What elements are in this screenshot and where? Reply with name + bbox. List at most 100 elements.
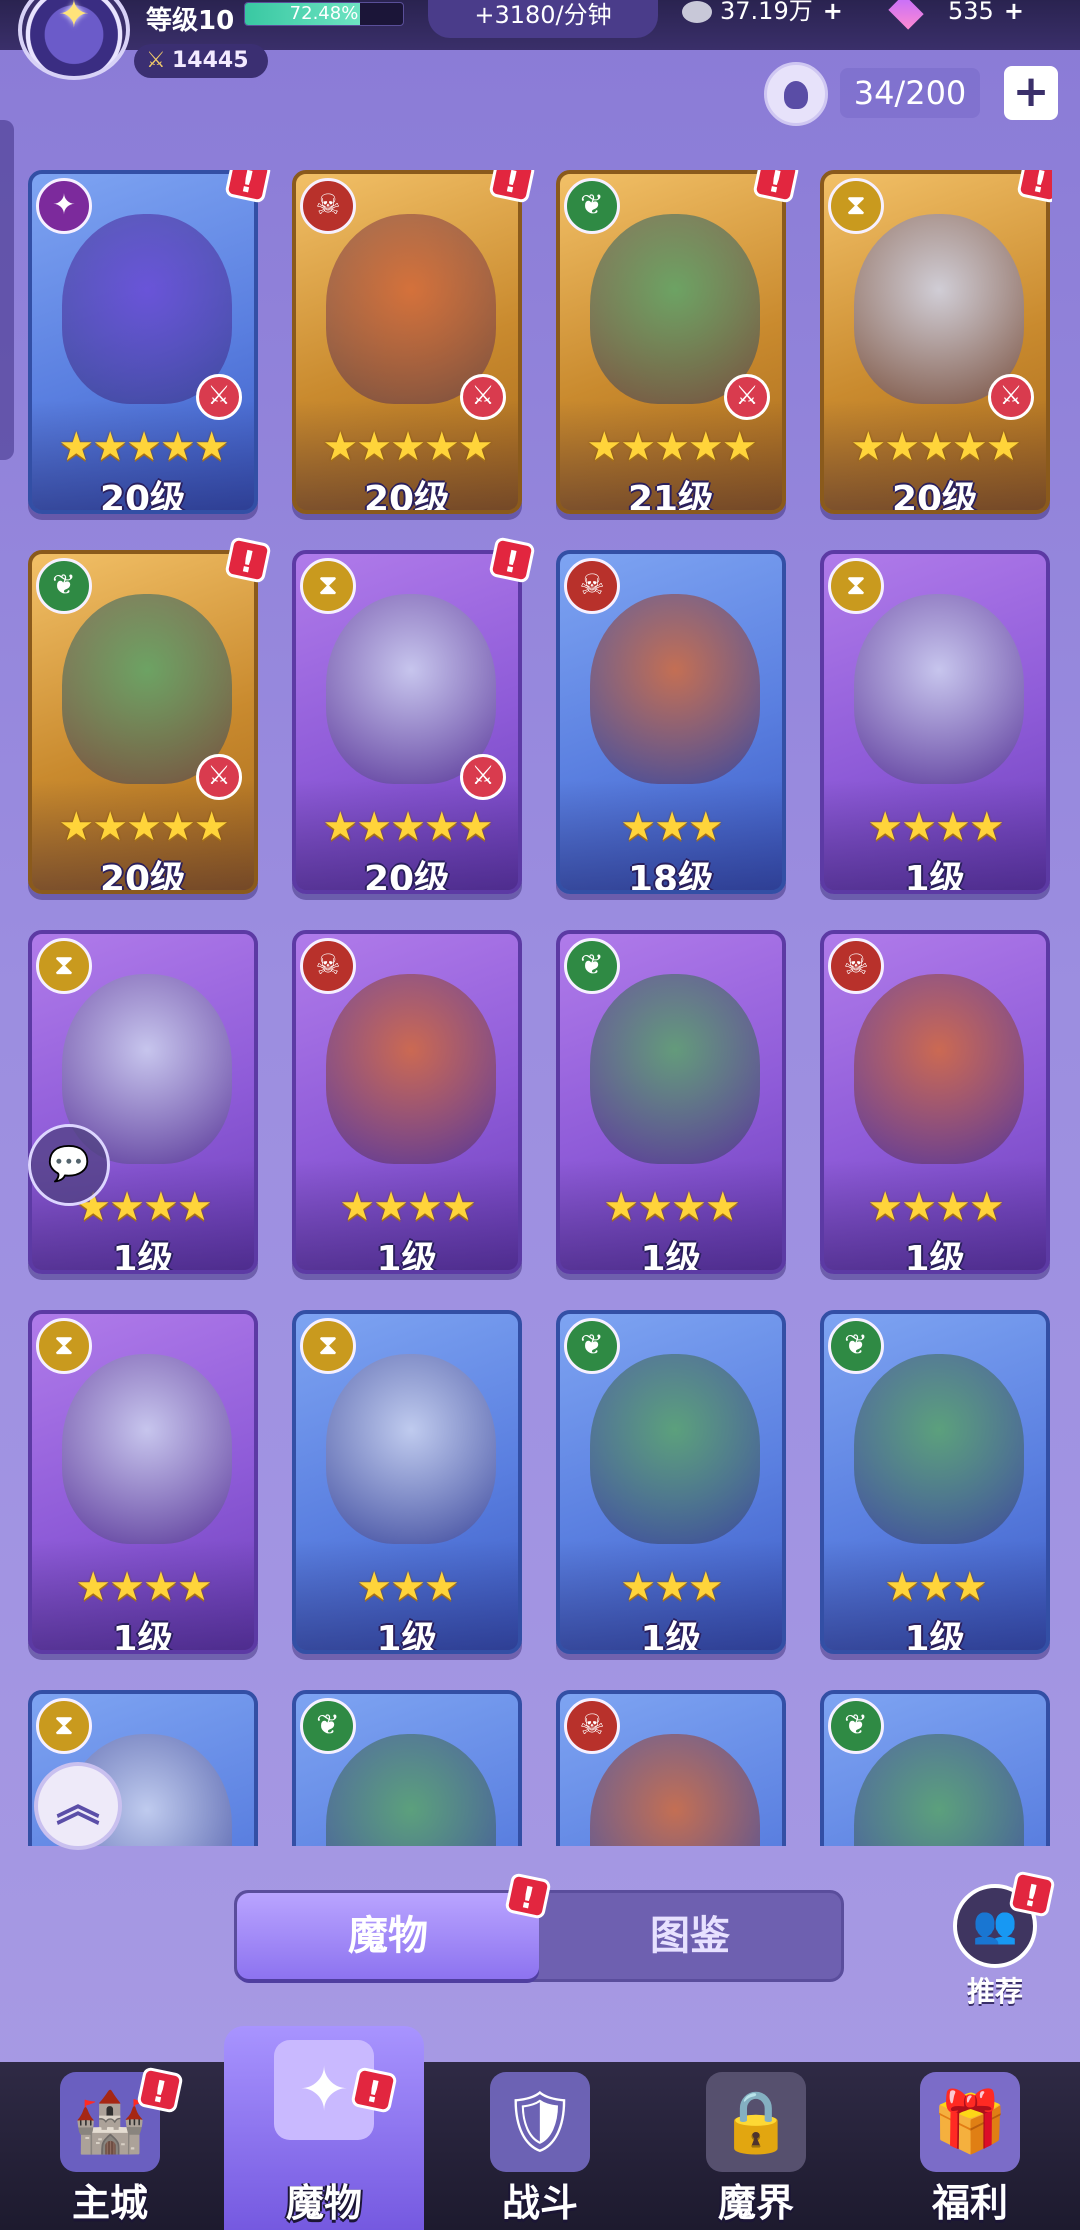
monster-capacity: 34/200 + bbox=[764, 62, 1060, 126]
star-rating: ★★★★★ bbox=[58, 424, 229, 470]
nav-item-demon-realm[interactable]: 🔒 魔界 bbox=[656, 2062, 856, 2230]
player-avatar[interactable]: ✦ bbox=[18, 0, 130, 80]
monster-portrait bbox=[326, 974, 496, 1164]
monster-grid: ✦ ⚔ ★★★★★ 20级! ☠ ⚔ ★★★★★ 20级! ❦ ⚔ ★★★★★ 21级! ⧗ ⚔ ★★★★★… bbox=[28, 170, 1052, 1846]
player-level: 等级10 bbox=[146, 6, 235, 36]
time-icon: ⧗ bbox=[36, 1318, 92, 1374]
monster-card[interactable]: ⧗ ⚔ ★★★★★ 20级 bbox=[292, 550, 522, 894]
nav-label: 主城 bbox=[71, 2181, 148, 2225]
star-rating: ★★★★ bbox=[75, 1564, 212, 1610]
demon-realm-icon: 🔒 bbox=[706, 2072, 806, 2172]
monster-level: 1级 bbox=[112, 1239, 174, 1274]
star-rating: ★★★★★ bbox=[58, 804, 229, 850]
star-rating: ★★★★ bbox=[603, 1184, 740, 1230]
crossed-swords-icon: ⚔ bbox=[460, 374, 506, 420]
combat-power-chip: ⚔ 14445 bbox=[134, 44, 268, 78]
time-icon: ⧗ bbox=[36, 1698, 92, 1754]
nav-item-battle[interactable]: 🛡 战斗 bbox=[440, 2062, 640, 2230]
monster-card[interactable]: ❦ ⚔ ★★★★★ 20级 bbox=[28, 550, 258, 894]
monster-level: 20级 bbox=[363, 859, 451, 894]
monster-card[interactable]: ❦ bbox=[820, 1690, 1050, 1846]
monster-level: 1级 bbox=[640, 1239, 702, 1274]
monster-alert-icon: ! bbox=[488, 536, 536, 584]
crossed-swords-icon: ⚔ bbox=[724, 374, 770, 420]
monster-portrait bbox=[326, 1354, 496, 1544]
tab-monsters[interactable]: 魔物 bbox=[237, 1893, 539, 1979]
monster-level: 1级 bbox=[904, 1239, 966, 1274]
recommend-alert-icon: ! bbox=[1008, 1870, 1056, 1918]
monster-card[interactable]: ❦ ★★★★ 1级 bbox=[556, 930, 786, 1274]
star-rating: ★★★★ bbox=[867, 1184, 1004, 1230]
monster-card[interactable]: ❦ bbox=[292, 1690, 522, 1846]
star-rating: ★★★★★ bbox=[586, 424, 757, 470]
star-rating: ★★★ bbox=[884, 1564, 988, 1610]
monster-card[interactable]: ⧗ ★★★★ 1级 bbox=[28, 1310, 258, 1654]
nav-label: 福利 bbox=[931, 2181, 1008, 2225]
monster-level: 1级 bbox=[376, 1239, 438, 1274]
time-icon: ⧗ bbox=[300, 558, 356, 614]
monster-card[interactable]: ⧗ ★★★ 1级 bbox=[292, 1310, 522, 1654]
income-rate-pill: +3180/分钟 bbox=[428, 0, 658, 38]
nature-icon: ❦ bbox=[300, 1698, 356, 1754]
monster-level: 1级 bbox=[112, 1619, 174, 1654]
monster-card[interactable]: ☠ bbox=[556, 1690, 786, 1846]
crossed-swords-icon: ⚔ bbox=[196, 754, 242, 800]
monster-portrait bbox=[62, 1354, 232, 1544]
fire-icon: ☠ bbox=[300, 178, 356, 234]
add-coin-button[interactable]: + bbox=[823, 0, 843, 23]
monster-card[interactable]: ❦ ⚔ ★★★★★ 21级 bbox=[556, 170, 786, 514]
expand-capacity-button[interactable]: + bbox=[1004, 66, 1058, 120]
tab-codex[interactable]: 图鉴 bbox=[539, 1893, 841, 1979]
fire-icon: ☠ bbox=[300, 938, 356, 994]
monster-card[interactable]: ☠ ★★★★ 1级 bbox=[820, 930, 1050, 1274]
monster-portrait bbox=[854, 974, 1024, 1164]
monster-card[interactable]: ❦ ★★★ 1级 bbox=[820, 1310, 1050, 1654]
xp-percent-text: 72.48% bbox=[289, 3, 359, 24]
monster-portrait bbox=[590, 1354, 760, 1544]
monster-card[interactable]: ❦ ★★★ 1级 bbox=[556, 1310, 786, 1654]
monster-level: 20级 bbox=[99, 479, 187, 514]
chat-icon[interactable]: 💬 bbox=[28, 1124, 110, 1206]
fire-icon: ☠ bbox=[564, 1698, 620, 1754]
monster-card[interactable]: ☠ ⚔ ★★★★★ 20级 bbox=[292, 170, 522, 514]
star-rating: ★★★★ bbox=[339, 1184, 476, 1230]
monster-card[interactable]: ✦ ⚔ ★★★★★ 20级 bbox=[28, 170, 258, 514]
monster-card[interactable]: ⧗ ★★★★ 1级 bbox=[28, 930, 258, 1274]
add-gem-button[interactable]: + bbox=[1004, 0, 1024, 23]
monster-level: 21级 bbox=[627, 479, 715, 514]
monster-portrait bbox=[590, 974, 760, 1164]
side-drawer-handle[interactable] bbox=[0, 120, 14, 460]
monster-portrait bbox=[62, 594, 232, 784]
monster-card[interactable]: ⧗ ★★★★ 1级 bbox=[820, 550, 1050, 894]
combat-power-value: 14445 bbox=[172, 48, 249, 73]
monster-portrait bbox=[62, 214, 232, 404]
nav-item-monsters[interactable]: ✦ 魔物 bbox=[224, 2026, 424, 2230]
monster-card[interactable]: ☠ ★★★★ 1级 bbox=[292, 930, 522, 1274]
nav-main-city-alert-icon: ! bbox=[136, 2066, 184, 2114]
nav-label: 魔界 bbox=[717, 2181, 794, 2225]
nature-icon: ❦ bbox=[36, 558, 92, 614]
nav-item-rewards[interactable]: 🎁 福利 bbox=[870, 2062, 1070, 2230]
monster-alert-icon: ! bbox=[224, 536, 272, 584]
nature-icon: ❦ bbox=[564, 1318, 620, 1374]
monster-level: 1级 bbox=[904, 1619, 966, 1654]
monster-portrait bbox=[590, 594, 760, 784]
time-icon: ⧗ bbox=[828, 178, 884, 234]
monster-card[interactable]: ⧗ ⚔ ★★★★★ 20级 bbox=[820, 170, 1050, 514]
gem-resource: 535 + bbox=[888, 0, 1024, 30]
time-icon: ⧗ bbox=[828, 558, 884, 614]
star-rating: ★★★ bbox=[356, 1564, 460, 1610]
xp-progress-bar: 72.48% bbox=[244, 2, 404, 26]
monster-portrait bbox=[854, 1734, 1024, 1846]
monster-portrait bbox=[854, 1354, 1024, 1544]
monster-level: 18级 bbox=[627, 859, 715, 894]
coin-resource: 37.19万 + bbox=[682, 0, 843, 23]
nature-icon: ❦ bbox=[828, 1318, 884, 1374]
fire-icon: ☠ bbox=[564, 558, 620, 614]
scroll-to-top-icon[interactable]: ︽ bbox=[34, 1762, 122, 1850]
monster-level: 20级 bbox=[99, 859, 187, 894]
gem-value: 535 bbox=[948, 0, 994, 25]
star-rating: ★★★★★ bbox=[322, 804, 493, 850]
monster-card[interactable]: ☠ ★★★ 18级 bbox=[556, 550, 786, 894]
time-icon: ⧗ bbox=[300, 1318, 356, 1374]
